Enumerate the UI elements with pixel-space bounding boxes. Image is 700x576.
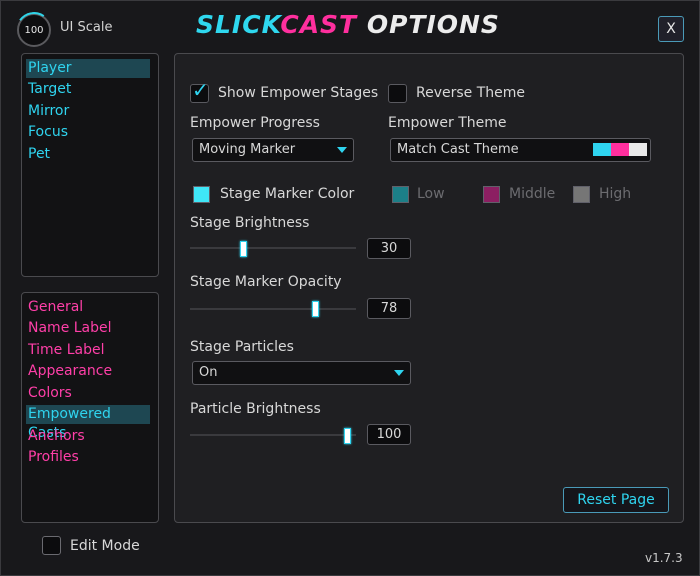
low-color-label: Low: [417, 186, 445, 202]
high-color-swatch[interactable]: [573, 186, 590, 203]
title-cast: CAST: [280, 10, 358, 39]
options-window: 100 UI Scale SLICKCAST OPTIONS X Player …: [0, 0, 700, 576]
title-slick: SLICK: [196, 10, 281, 39]
nav-unit-mirror[interactable]: Mirror: [26, 102, 150, 121]
nav-page-empowered-casts[interactable]: Empowered Casts: [26, 405, 150, 441]
settings-panel: ✓ Show Empower Stages Reverse Theme Empo…: [174, 53, 684, 523]
stage-marker-color-swatch[interactable]: [193, 186, 210, 203]
unit-nav-panel: Player Target Mirror Focus Pet: [21, 53, 159, 277]
ui-scale-value: 100: [24, 24, 44, 36]
nav-page-anchors[interactable]: Anchors: [26, 427, 150, 446]
version-label: v1.7.3: [645, 551, 683, 565]
nav-unit-pet[interactable]: Pet: [26, 145, 150, 164]
stage-brightness-track[interactable]: [190, 247, 356, 249]
show-empower-stages-label: Show Empower Stages: [218, 85, 379, 101]
reset-page-button[interactable]: Reset Page: [563, 487, 669, 513]
stage-marker-opacity-thumb[interactable]: [312, 301, 319, 317]
nav-page-time-label[interactable]: Time Label: [26, 341, 150, 360]
stage-marker-opacity-track[interactable]: [190, 308, 356, 310]
chevron-down-icon: [337, 147, 347, 153]
empower-progress-dropdown[interactable]: Moving Marker: [192, 138, 354, 162]
chevron-down-icon: [394, 370, 404, 376]
low-color-swatch[interactable]: [392, 186, 409, 203]
theme-swatch-cyan: [593, 143, 611, 156]
theme-swatch-pink: [611, 143, 629, 156]
page-nav-panel: General Name Label Time Label Appearance…: [21, 292, 159, 523]
stage-brightness-label: Stage Brightness: [190, 215, 310, 231]
stage-brightness-value[interactable]: 30: [367, 238, 411, 259]
particle-brightness-value[interactable]: 100: [367, 424, 411, 445]
ui-scale-dial[interactable]: 100: [17, 13, 51, 47]
high-color-label: High: [599, 186, 632, 202]
stage-particles-dropdown[interactable]: On: [192, 361, 411, 385]
edit-mode-label: Edit Mode: [70, 538, 140, 554]
nav-page-general[interactable]: General: [26, 298, 150, 317]
show-empower-stages-checkbox[interactable]: ✓: [190, 78, 209, 103]
stage-marker-opacity-value[interactable]: 78: [367, 298, 411, 319]
nav-page-profiles[interactable]: Profiles: [26, 448, 150, 467]
empower-theme-value: Match Cast Theme: [397, 142, 519, 157]
edit-mode-checkbox[interactable]: [42, 536, 61, 555]
empower-theme-dropdown[interactable]: Match Cast Theme: [390, 138, 651, 162]
nav-unit-player[interactable]: Player: [26, 59, 150, 78]
middle-color-label: Middle: [509, 186, 556, 202]
close-button[interactable]: X: [658, 16, 684, 42]
particle-brightness-track[interactable]: [190, 434, 356, 436]
theme-color-preview: [593, 143, 647, 156]
nav-page-name-label[interactable]: Name Label: [26, 319, 150, 338]
stage-marker-opacity-label: Stage Marker Opacity: [190, 274, 342, 290]
nav-unit-focus[interactable]: Focus: [26, 123, 150, 142]
reverse-theme-label: Reverse Theme: [416, 85, 526, 101]
theme-swatch-white: [629, 143, 647, 156]
empower-progress-label: Empower Progress: [190, 115, 320, 131]
title-options: OPTIONS: [357, 10, 500, 39]
particle-brightness-label: Particle Brightness: [190, 401, 321, 417]
reverse-theme-checkbox[interactable]: [388, 84, 407, 103]
checkmark-icon: ✓: [192, 78, 209, 102]
window-title: SLICKCAST OPTIONS: [196, 10, 500, 44]
stage-marker-color-label: Stage Marker Color: [220, 186, 355, 202]
middle-color-swatch[interactable]: [483, 186, 500, 203]
nav-page-appearance[interactable]: Appearance: [26, 362, 150, 381]
stage-particles-value: On: [199, 365, 218, 380]
nav-unit-target[interactable]: Target: [26, 80, 150, 99]
close-icon: X: [666, 21, 676, 37]
stage-particles-label: Stage Particles: [190, 339, 294, 355]
stage-brightness-thumb[interactable]: [240, 241, 247, 257]
empower-progress-value: Moving Marker: [199, 142, 296, 157]
ui-scale-label: UI Scale: [60, 20, 113, 35]
particle-brightness-thumb[interactable]: [344, 428, 351, 444]
nav-page-colors[interactable]: Colors: [26, 384, 150, 403]
empower-theme-label: Empower Theme: [388, 115, 507, 131]
